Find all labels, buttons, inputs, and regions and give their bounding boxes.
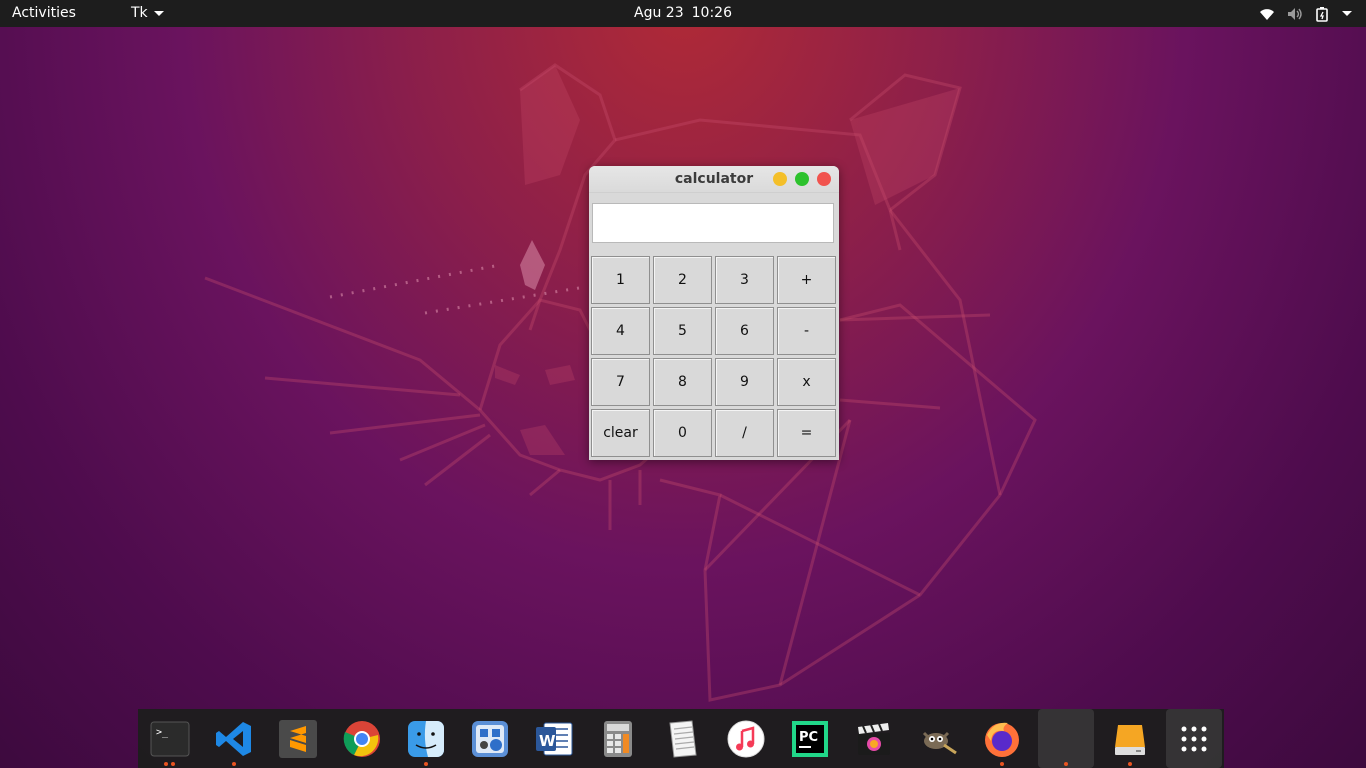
- sublime-icon: [279, 719, 317, 758]
- system-tray[interactable]: [1258, 4, 1352, 23]
- key-multiply[interactable]: x: [777, 358, 836, 406]
- finder-icon: [408, 720, 444, 757]
- key-5[interactable]: 5: [653, 307, 712, 355]
- display-field[interactable]: [592, 203, 834, 243]
- key-4[interactable]: 4: [591, 307, 650, 355]
- system-menu-caret: [1342, 11, 1352, 16]
- dock-item-vscode[interactable]: [202, 709, 266, 768]
- dock-item-gimp[interactable]: [906, 709, 970, 768]
- dock: >_ W PC: [138, 709, 1224, 768]
- key-3[interactable]: 3: [715, 256, 774, 304]
- word-icon: W: [536, 722, 573, 755]
- gimp-icon: [922, 731, 957, 754]
- svg-text:W: W: [539, 732, 556, 750]
- key-7[interactable]: 7: [591, 358, 650, 406]
- key-2[interactable]: 2: [653, 256, 712, 304]
- show-apps-button[interactable]: [1166, 709, 1222, 768]
- key-divide[interactable]: /: [715, 409, 774, 457]
- dock-item-music[interactable]: [714, 709, 778, 768]
- dock-item-firefox[interactable]: [970, 709, 1034, 768]
- dock-item-chrome[interactable]: [330, 709, 394, 768]
- appstore-icon: [472, 720, 508, 757]
- key-0[interactable]: 0: [653, 409, 712, 457]
- clock[interactable]: Agu 23 10:26: [0, 5, 1366, 21]
- clock-time: 10:26: [691, 5, 732, 21]
- wifi-icon: [1258, 5, 1276, 23]
- keypad: 1 2 3 + 4 5 6 - 7 8 9 x clear 0 / =: [591, 256, 838, 458]
- terminal-icon: >_: [150, 721, 190, 756]
- key-clear[interactable]: clear: [591, 409, 650, 457]
- window-titlebar[interactable]: calculator: [589, 166, 839, 193]
- running-indicator: [232, 762, 236, 766]
- dock-item-finder[interactable]: [394, 709, 458, 768]
- volume-muted-icon: [1286, 5, 1304, 23]
- calculator-window: calculator 1 2 3 + 4 5 6 - 7 8 9 x clear…: [589, 166, 839, 460]
- running-indicator: [424, 762, 428, 766]
- app-grid-icon: [1181, 726, 1207, 751]
- dock-item-word[interactable]: W: [522, 709, 586, 768]
- dock-item-final-cut[interactable]: [842, 709, 906, 768]
- dock-item-calculator-app[interactable]: [586, 709, 650, 768]
- drive-icon: [1115, 724, 1145, 755]
- dock-item-pycharm[interactable]: PC: [778, 709, 842, 768]
- dock-item-sublime-text[interactable]: [266, 709, 330, 768]
- dock-item-terminal[interactable]: >_: [138, 709, 202, 768]
- dock-item-text-editor[interactable]: [650, 709, 714, 768]
- minimize-button[interactable]: [773, 172, 787, 186]
- key-9[interactable]: 9: [715, 358, 774, 406]
- key-equals[interactable]: =: [777, 409, 836, 457]
- calculator-icon: [604, 720, 632, 757]
- top-bar: Activities Tk Agu 23 10:26: [0, 0, 1366, 27]
- running-indicator: [1064, 762, 1068, 766]
- key-8[interactable]: 8: [653, 358, 712, 406]
- music-icon: [727, 720, 765, 757]
- dock-item-tk-window[interactable]: [1038, 709, 1094, 768]
- key-minus[interactable]: -: [777, 307, 836, 355]
- dock-item-drive[interactable]: [1098, 709, 1162, 768]
- battery-icon: [1314, 5, 1332, 23]
- dock-item-app-store[interactable]: [458, 709, 522, 768]
- chrome-icon: [343, 720, 380, 757]
- key-plus[interactable]: +: [777, 256, 836, 304]
- running-indicator: [1128, 762, 1132, 766]
- running-indicator: [1000, 762, 1004, 766]
- running-indicator: [164, 762, 168, 766]
- clapper-icon: [858, 722, 890, 755]
- vscode-icon: [216, 721, 251, 756]
- key-1[interactable]: 1: [591, 256, 650, 304]
- pycharm-icon: PC: [792, 720, 828, 757]
- firefox-icon: [985, 722, 1019, 757]
- svg-text:PC: PC: [799, 730, 818, 745]
- clock-date: Agu 23: [634, 5, 684, 21]
- notepad-icon: [669, 719, 697, 758]
- maximize-button[interactable]: [795, 172, 809, 186]
- close-button[interactable]: [817, 172, 831, 186]
- key-6[interactable]: 6: [715, 307, 774, 355]
- svg-text:>_: >_: [156, 727, 169, 738]
- running-indicator: [171, 762, 175, 766]
